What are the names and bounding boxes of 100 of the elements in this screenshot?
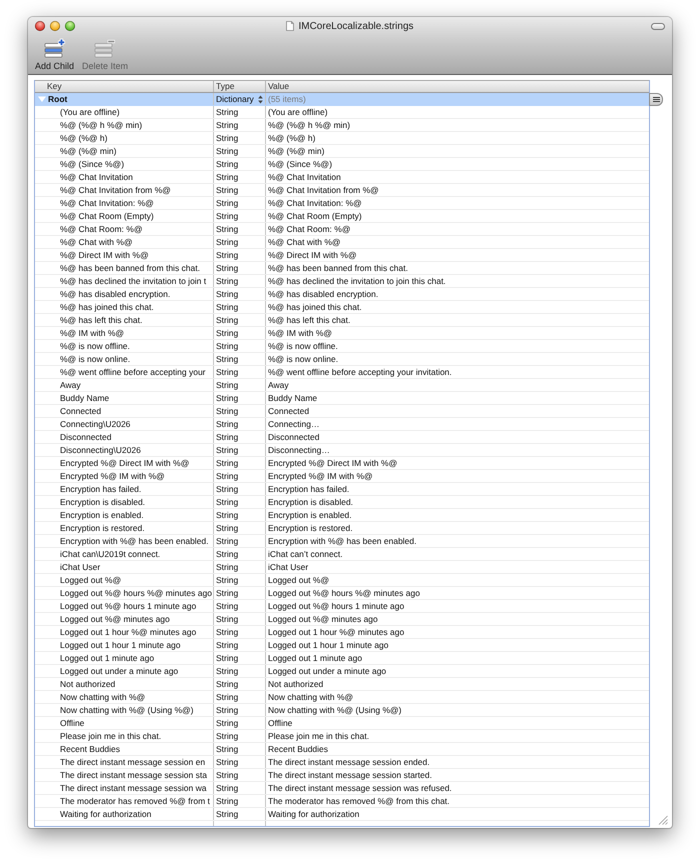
table-row[interactable]: Encrypted %@ IM with %@ String Encrypted %@ IM with %@ <box>35 470 649 483</box>
table-row[interactable]: Disconnected String Disconnected <box>35 431 649 444</box>
table-row[interactable]: %@ is now offline. String %@ is now offline. <box>35 340 649 353</box>
table-row[interactable]: Logged out 1 hour %@ minutes ago String Logged out 1 hour %@ minutes ago <box>35 626 649 639</box>
table-row[interactable]: Not authorized String Not authorized <box>35 678 649 691</box>
table-row[interactable]: Waiting for authorization String Waiting for authorization <box>35 808 649 821</box>
type-cell: String <box>216 562 238 572</box>
value-cell: Connecting… <box>268 418 320 430</box>
table-row[interactable]: %@ has been banned from this chat. String %@ has been banned from this chat. <box>35 262 649 275</box>
table-row[interactable]: iChat can\U2019t connect. String iChat can’t connect. <box>35 548 649 561</box>
value-cell: Now chatting with %@ (Using %@) <box>268 704 402 716</box>
table-row[interactable]: Now chatting with %@ String Now chatting with %@ <box>35 691 649 704</box>
resize-grip-icon[interactable] <box>658 815 668 825</box>
table-row[interactable]: %@ (%@ min) String %@ (%@ min) <box>35 145 649 158</box>
key-cell: Waiting for authorization <box>60 808 152 820</box>
table-row[interactable]: Root Dictionary (55 items) <box>35 93 649 106</box>
table-row[interactable]: Encryption is disabled. String Encryption is disabled. <box>35 496 649 509</box>
toolbar-toggle-button[interactable] <box>651 22 665 30</box>
table-row[interactable]: Encryption with %@ has been enabled. String Encryption with %@ has been enabled. <box>35 535 649 548</box>
value-cell: Logged out 1 hour %@ minutes ago <box>268 626 404 638</box>
table-row[interactable]: %@ (Since %@) String %@ (Since %@) <box>35 158 649 171</box>
column-header[interactable]: Key <box>35 81 214 92</box>
table-row[interactable]: Away String Away <box>35 379 649 392</box>
key-cell: %@ Chat Room: %@ <box>60 224 142 234</box>
value-cell: Logged out under a minute ago <box>268 666 386 676</box>
table-row[interactable]: Connecting\U2026 String Connecting… <box>35 418 649 431</box>
table-row[interactable]: %@ has disabled encryption. String %@ has disabled encryption. <box>35 288 649 301</box>
table-row[interactable]: Logged out 1 minute ago String Logged out 1 minute ago <box>35 652 649 665</box>
type-cell: String <box>216 522 238 534</box>
table-row[interactable]: Logged out %@ hours %@ minutes ago String Logged out %@ hours %@ minutes ago <box>35 587 649 600</box>
column-header[interactable]: Type <box>214 81 266 92</box>
table-row[interactable]: %@ Chat Invitation from %@ String %@ Chat Invitation from %@ <box>35 184 649 197</box>
table-row[interactable]: Logged out %@ String Logged out %@ <box>35 574 649 587</box>
table-row[interactable]: %@ Direct IM with %@ String %@ Direct IM with %@ <box>35 249 649 262</box>
type-cell: String <box>216 600 238 612</box>
key-cell: Now chatting with %@ (Using %@) <box>60 704 194 716</box>
table-row[interactable]: %@ Chat Room: %@ String %@ Chat Room: %@ <box>35 223 649 236</box>
table-row[interactable]: %@ Chat with %@ String %@ Chat with %@ <box>35 236 649 249</box>
key-cell: Encryption with %@ has been enabled. <box>60 536 208 546</box>
value-cell: Not authorized <box>268 678 324 690</box>
key-cell: Logged out 1 hour 1 minute ago <box>60 640 181 650</box>
value-cell: Please join me in this chat. <box>268 730 370 742</box>
table-row[interactable]: Encryption has failed. String Encryption has failed. <box>35 483 649 496</box>
table-row[interactable]: %@ has left this chat. String %@ has left this chat. <box>35 314 649 327</box>
table-row[interactable]: Recent Buddies String Recent Buddies <box>35 743 649 756</box>
table-row[interactable]: Buddy Name String Buddy Name <box>35 392 649 405</box>
table-row[interactable]: %@ has joined this chat. String %@ has joined this chat. <box>35 301 649 314</box>
table-row[interactable]: Please join me in this chat. String Please join me in this chat. <box>35 730 649 743</box>
key-cell: %@ has been banned from this chat. <box>60 262 200 274</box>
key-cell: iChat can\U2019t connect. <box>60 548 160 560</box>
value-cell: %@ (Since %@) <box>268 158 332 170</box>
document-icon <box>286 21 294 31</box>
table-row[interactable]: The direct instant message session wa String The direct instant message session was refused. <box>35 782 649 795</box>
table-row[interactable]: Encryption is restored. String Encryption is restored. <box>35 522 649 535</box>
table-row[interactable]: Now chatting with %@ (Using %@) String Now chatting with %@ (Using %@) <box>35 704 649 717</box>
column-header[interactable]: Value <box>266 81 649 92</box>
key-cell: Logged out under a minute ago <box>60 666 178 676</box>
table-row[interactable]: Logged out under a minute ago String Logged out under a minute ago <box>35 665 649 678</box>
type-cell: String <box>216 782 238 794</box>
table-row[interactable]: Disconnecting\U2026 String Disconnecting… <box>35 444 649 457</box>
minimize-button[interactable] <box>50 21 60 31</box>
key-cell: %@ Direct IM with %@ <box>60 250 149 260</box>
type-cell: String <box>216 574 238 586</box>
table-row[interactable]: The direct instant message session sta String The direct instant message session started. <box>35 769 649 782</box>
table-row[interactable]: (You are offline) String (You are offline) <box>35 106 649 119</box>
table-row[interactable]: %@ (%@ h %@ min) String %@ (%@ h %@ min) <box>35 119 649 132</box>
table-row[interactable]: Encryption is enabled. String Encryption is enabled. <box>35 509 649 522</box>
table-row[interactable]: %@ Chat Invitation: %@ String %@ Chat Invitation: %@ <box>35 197 649 210</box>
table-row[interactable]: Logged out %@ hours 1 minute ago String Logged out %@ hours 1 minute ago <box>35 600 649 613</box>
value-cell: Encryption is enabled. <box>268 510 352 520</box>
table-row[interactable]: Logged out 1 hour 1 minute ago String Logged out 1 hour 1 minute ago <box>35 639 649 652</box>
table-row[interactable]: Logged out %@ minutes ago String Logged out %@ minutes ago <box>35 613 649 626</box>
type-cell: String <box>216 224 238 234</box>
table-row[interactable]: %@ (%@ h) String %@ (%@ h) <box>35 132 649 145</box>
table-row[interactable]: The moderator has removed %@ from t String The moderator has removed %@ from this chat. <box>35 795 649 808</box>
table-row[interactable]: %@ has declined the invitation to join t String %@ has declined the invitation to join this chat. <box>35 275 649 288</box>
table-row[interactable]: %@ IM with %@ String %@ IM with %@ <box>35 327 649 340</box>
stepper-icon[interactable] <box>258 94 263 104</box>
table-row[interactable]: Connected String Connected <box>35 405 649 418</box>
add-child-button[interactable]: Add Child <box>35 38 74 71</box>
type-cell: String <box>216 288 238 300</box>
table-row[interactable]: %@ went offline before accepting your String %@ went offline before accepting your invitation. <box>35 366 649 379</box>
table-row[interactable]: Offline String Offline <box>35 717 649 730</box>
table-row[interactable]: Encrypted %@ Direct IM with %@ String Encrypted %@ Direct IM with %@ <box>35 457 649 470</box>
key-cell: Logged out %@ hours 1 minute ago <box>60 600 196 612</box>
type-cell: Dictionary <box>216 94 254 104</box>
value-cell: %@ (%@ min) <box>268 146 324 156</box>
row-action-button[interactable] <box>649 93 663 106</box>
table-row[interactable]: %@ Chat Invitation String %@ Chat Invitation <box>35 171 649 184</box>
table-row[interactable]: %@ Chat Room (Empty) String %@ Chat Room (Empty) <box>35 210 649 223</box>
close-button[interactable] <box>35 21 45 31</box>
window-title: IMCoreLocalizable.strings <box>298 20 414 32</box>
table-row[interactable]: iChat User String iChat User <box>35 561 649 574</box>
table-row[interactable]: %@ is now online. String %@ is now online. <box>35 353 649 366</box>
key-cell: %@ Chat Room (Empty) <box>60 210 154 222</box>
zoom-button[interactable] <box>65 21 75 31</box>
key-cell: Encryption is disabled. <box>60 496 146 508</box>
table-row[interactable]: The direct instant message session en String The direct instant message session ended. <box>35 756 649 769</box>
key-cell: %@ (%@ h) <box>60 132 108 144</box>
value-cell: %@ has declined the invitation to join this chat. <box>268 276 446 286</box>
